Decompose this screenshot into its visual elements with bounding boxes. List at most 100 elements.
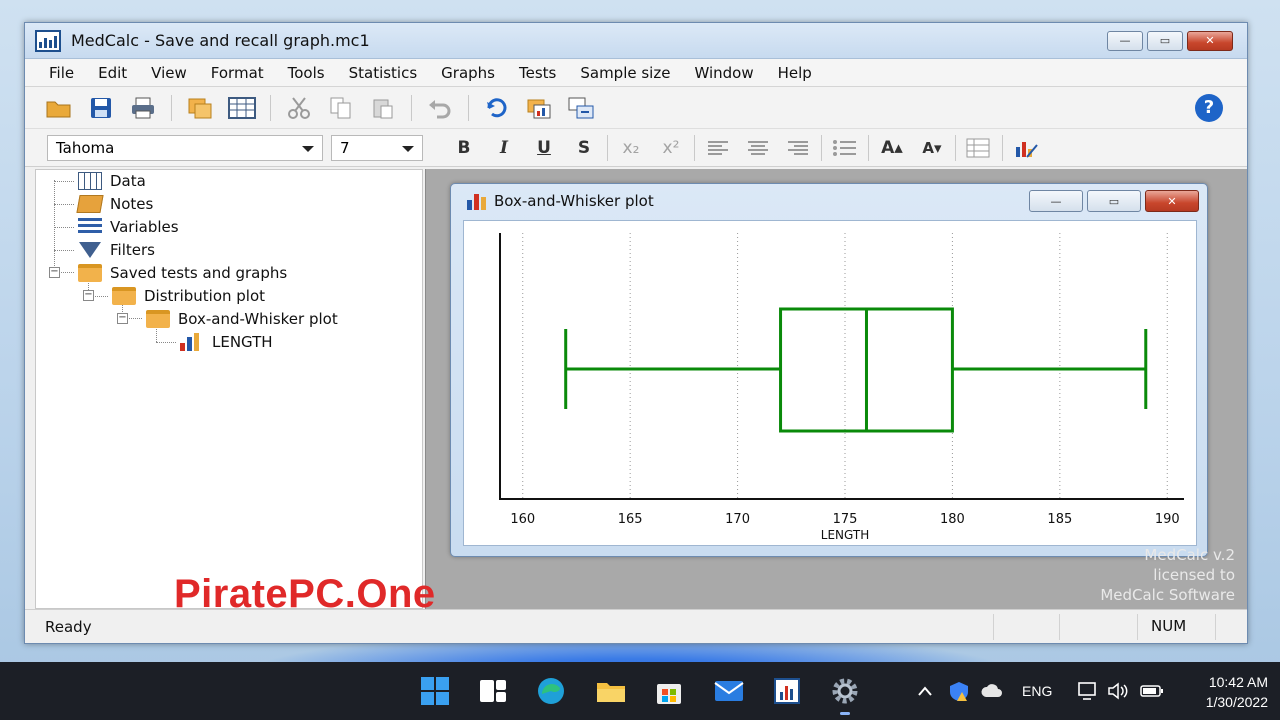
menu-tests[interactable]: Tests — [507, 64, 568, 82]
bullet-list-icon[interactable] — [828, 134, 862, 162]
align-center-icon[interactable] — [741, 134, 775, 162]
cloud-icon[interactable] — [978, 675, 1006, 707]
graph-folder-icon[interactable] — [525, 95, 553, 121]
menu-statistics[interactable]: Statistics — [337, 64, 430, 82]
task-view-icon[interactable] — [476, 675, 510, 707]
tree-item-box-whisker[interactable]: Box-and-Whisker plot — [146, 308, 338, 330]
undo-icon[interactable] — [426, 95, 454, 121]
menu-graphs[interactable]: Graphs — [429, 64, 507, 82]
tree-item-distribution-plot[interactable]: Distribution plot — [112, 285, 265, 307]
volume-icon[interactable] — [1104, 675, 1132, 707]
medcalc-app-icon — [35, 29, 61, 52]
x-tick-label: 175 — [833, 512, 858, 527]
close-icon: ✕ — [1167, 194, 1177, 208]
paste-icon[interactable] — [369, 95, 397, 121]
document-area: Box-and-Whisker plot — ▭ ✕ 160 165 170 175 1… — [425, 169, 1247, 609]
refresh-icon[interactable] — [483, 95, 511, 121]
help-icon[interactable]: ? — [1195, 93, 1223, 122]
grow-font-button[interactable]: A▴ — [875, 134, 909, 162]
bold-button[interactable]: B — [447, 134, 481, 162]
collapse-distribution-icon[interactable]: − — [83, 290, 94, 301]
collapse-saved-icon[interactable]: − — [49, 267, 60, 278]
num-lock-indicator: NUM — [1151, 617, 1187, 635]
align-right-icon[interactable] — [781, 134, 815, 162]
toolbar-separator — [607, 134, 608, 161]
menu-window[interactable]: Window — [682, 64, 765, 82]
tree-item-label: Box-and-Whisker plot — [178, 310, 338, 328]
workspace: − − − Data Notes Variables Filters Saved… — [25, 169, 1247, 609]
tree-item-label: Variables — [110, 218, 179, 236]
menu-bar: File Edit View Format Tools Statistics G… — [25, 59, 1247, 87]
tree-item-label: Saved tests and graphs — [110, 264, 288, 282]
tree-item-saved-tests[interactable]: Saved tests and graphs — [78, 262, 287, 284]
tree-item-notes[interactable]: Notes — [76, 193, 153, 215]
medcalc-taskbar-icon[interactable] — [770, 675, 804, 707]
tree-item-filters[interactable]: Filters — [78, 239, 155, 261]
license-watermark: MedCalc v.2 licensed to MedCalc Software — [1100, 545, 1235, 605]
bar-chart-icon — [180, 333, 204, 351]
menu-edit[interactable]: Edit — [86, 64, 139, 82]
open-folder-icon[interactable] — [45, 95, 73, 121]
edge-browser-icon[interactable] — [534, 675, 568, 707]
italic-button[interactable]: I — [487, 134, 521, 162]
folder-icon — [146, 310, 170, 328]
x-tick-label: 170 — [725, 512, 750, 527]
minimize-icon: — — [1119, 34, 1131, 47]
open-worksheet-icon[interactable] — [186, 95, 214, 121]
menu-tools[interactable]: Tools — [276, 64, 337, 82]
file-explorer-icon[interactable] — [594, 675, 628, 707]
minimize-button[interactable]: — — [1107, 30, 1143, 51]
tree-item-length[interactable]: LENGTH — [180, 331, 273, 353]
superscript-button[interactable]: x² — [654, 134, 688, 162]
child-title-bar: Box-and-Whisker plot — ▭ ✕ — [451, 184, 1207, 218]
menu-help[interactable]: Help — [766, 64, 824, 82]
menu-view[interactable]: View — [139, 64, 199, 82]
strikethrough-button[interactable]: S — [567, 134, 601, 162]
clock-time: 10:42 AM — [1208, 674, 1268, 690]
input-language[interactable]: ENG — [1022, 683, 1052, 699]
chevron-up-icon[interactable] — [912, 675, 938, 707]
child-minimize-button[interactable]: — — [1029, 190, 1083, 212]
brand-watermark: PiratePC.One — [174, 572, 436, 616]
underline-button[interactable]: U — [527, 134, 561, 162]
export-icon[interactable] — [567, 95, 595, 121]
start-icon[interactable] — [418, 675, 452, 707]
battery-icon[interactable] — [1138, 675, 1166, 707]
menu-sample-size[interactable]: Sample size — [568, 64, 682, 82]
table-format-icon[interactable] — [962, 134, 996, 162]
maximize-icon: ▭ — [1159, 34, 1171, 47]
network-icon[interactable] — [1074, 675, 1102, 707]
security-warning-icon[interactable] — [946, 675, 972, 707]
close-button[interactable]: ✕ — [1187, 30, 1233, 51]
x-tick-label: 185 — [1047, 512, 1072, 527]
chevron-down-icon — [302, 145, 314, 152]
subscript-button[interactable]: x₂ — [614, 134, 648, 162]
collapse-boxwhisker-icon[interactable]: − — [117, 313, 128, 324]
font-family-value: Tahoma — [56, 138, 115, 157]
toolbar-separator — [411, 94, 412, 121]
font-family-select[interactable]: Tahoma — [47, 134, 323, 161]
settings-gear-icon[interactable] — [828, 675, 862, 707]
copy-icon[interactable] — [327, 95, 355, 121]
graph-format-icon[interactable] — [1009, 134, 1043, 162]
tree-item-data[interactable]: Data — [78, 170, 146, 192]
save-icon[interactable] — [87, 95, 115, 121]
box-whisker-window: Box-and-Whisker plot — ▭ ✕ 160 165 170 175 1… — [450, 183, 1208, 557]
font-size-select[interactable]: 7 — [331, 134, 423, 161]
folder-icon — [112, 287, 136, 305]
mail-icon[interactable] — [712, 675, 746, 707]
child-close-button[interactable]: ✕ — [1145, 190, 1199, 212]
menu-file[interactable]: File — [37, 64, 86, 82]
store-icon[interactable] — [652, 675, 686, 707]
tree-item-variables[interactable]: Variables — [78, 216, 179, 238]
spreadsheet-icon[interactable] — [228, 95, 256, 121]
system-clock[interactable]: 10:42 AM 1/30/2022 — [1206, 672, 1268, 712]
tree-item-label: Filters — [110, 241, 155, 259]
print-icon[interactable] — [129, 95, 157, 121]
cut-icon[interactable] — [285, 95, 313, 121]
maximize-button[interactable]: ▭ — [1147, 30, 1183, 51]
menu-format[interactable]: Format — [199, 64, 276, 82]
shrink-font-button[interactable]: A▾ — [915, 134, 949, 162]
align-left-icon[interactable] — [701, 134, 735, 162]
child-maximize-button[interactable]: ▭ — [1087, 190, 1141, 212]
